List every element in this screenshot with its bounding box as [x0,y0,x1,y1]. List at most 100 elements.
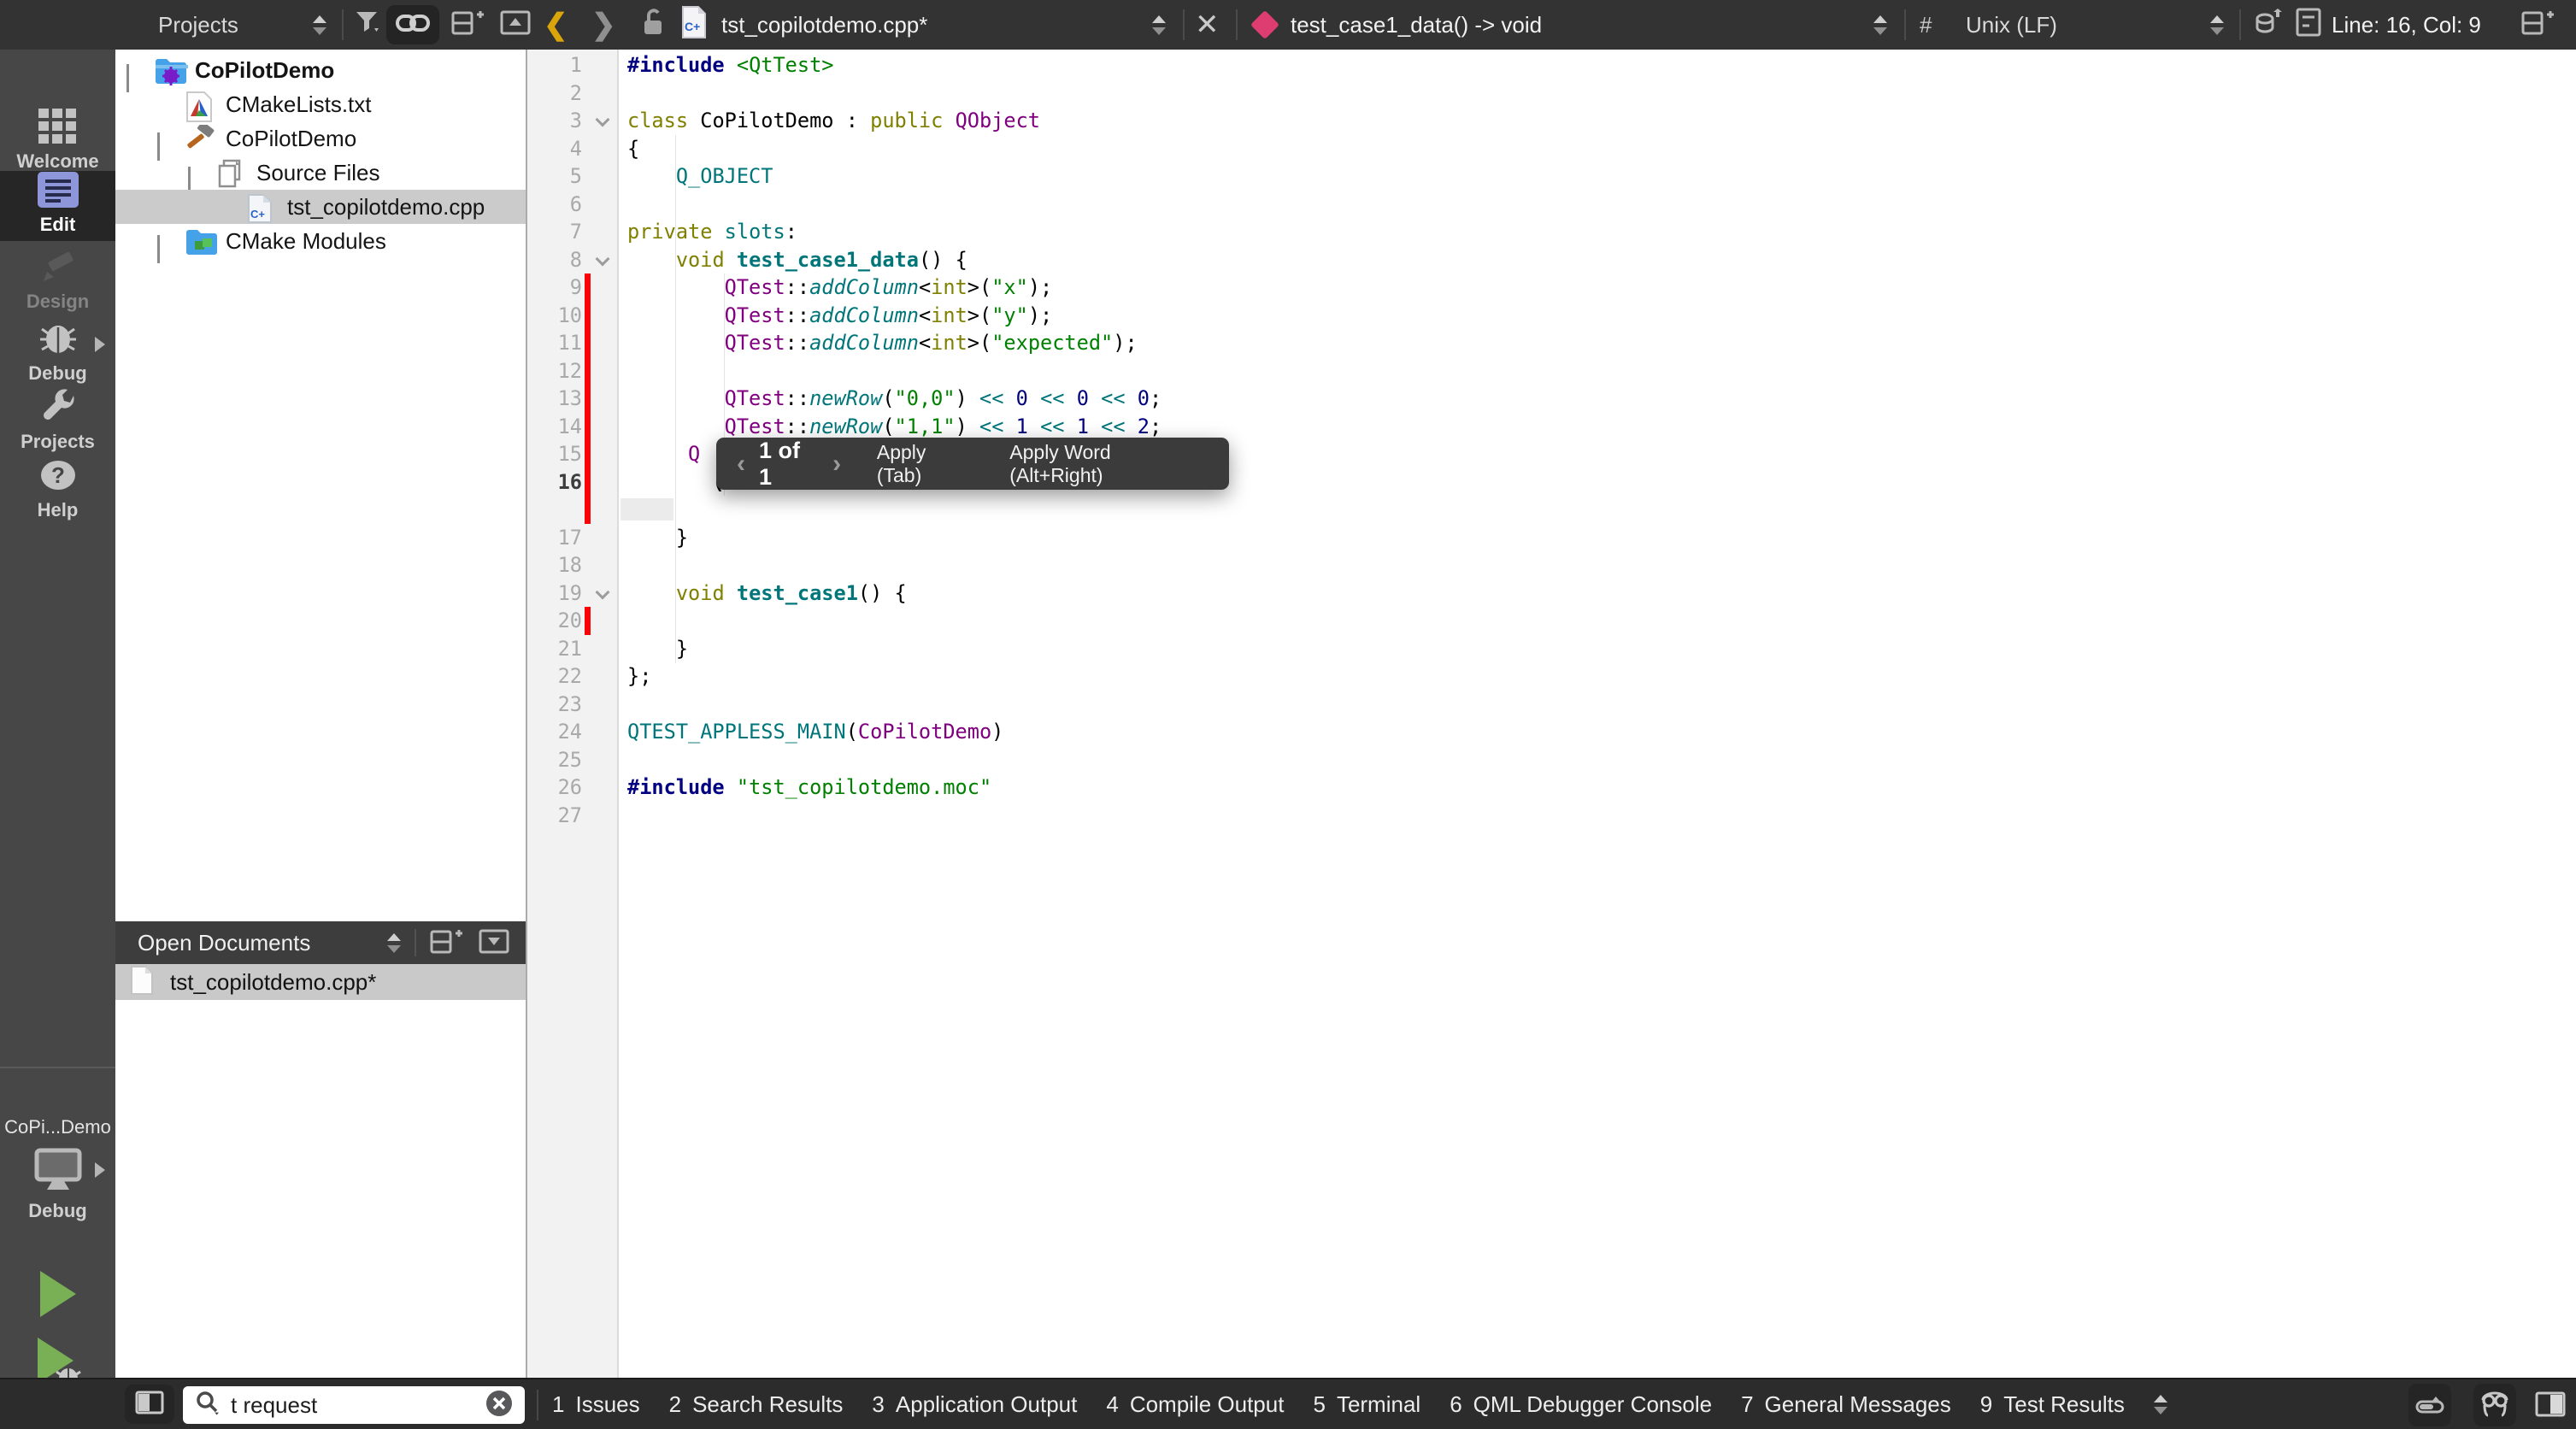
search-input-value[interactable]: t request [231,1392,484,1419]
mode-button-debug[interactable]: Debug [0,320,115,390]
code-editor[interactable]: 1#include <QtTest>23class CoPilotDemo : … [527,50,2576,1378]
mode-label: Edit [0,214,115,236]
code-line-4: { [627,135,639,163]
kit-target-selector[interactable]: Debug [0,1145,115,1231]
line-number: 14 [527,413,582,441]
projects-tree-panel: CoPilotDemoCMakeLists.txtCoPilotDemo Sour… [115,50,526,921]
modified-line-marker [585,468,591,497]
output-pane-application-output[interactable]: 3Application Output [872,1391,1077,1418]
code-line-7: private slots: [627,218,797,246]
text-info-button[interactable] [2294,0,2323,50]
pane-label: Application Output [896,1391,1077,1418]
close-panel-button[interactable] [478,926,512,960]
expand-chevron-icon[interactable] [157,132,169,144]
code-line-13: QTest::newRow("0,0") << 0 << 0 << 0; [627,385,1162,413]
go-forward-button[interactable]: ❯ [591,0,616,50]
expand-chevron-icon[interactable] [126,64,138,76]
document-spinner[interactable] [1152,0,1166,50]
file-lock-indicator[interactable] [639,0,667,50]
run-play-icon [35,1267,81,1325]
projects-pane-selector[interactable]: Projects [158,0,238,50]
expand-chevron-icon[interactable] [188,167,200,179]
output-pane-general-messages[interactable]: 7General Messages [1741,1391,1951,1418]
link-with-editor-button[interactable] [386,5,439,44]
output-pane-terminal[interactable]: 5Terminal [1313,1391,1420,1418]
split-editor-button[interactable] [2521,0,2555,50]
svg-text:C+: C+ [685,20,700,33]
run-button[interactable] [0,1263,115,1328]
split-pane-button[interactable] [451,0,485,50]
panel-splitter[interactable] [526,50,527,1378]
close-pane-button[interactable] [499,0,533,50]
copilot-button[interactable] [2473,1384,2516,1426]
edit-icon [38,172,79,212]
chain-link-icon [396,12,430,38]
toggle-right-sidebar-button[interactable] [2535,1391,2566,1421]
split-panel-button[interactable] [430,926,464,960]
tree-item-copilotdemo[interactable]: CoPilotDemo [115,121,526,156]
code-line-3: class CoPilotDemo : public QObject [627,107,1040,135]
output-pane-test-results[interactable]: 9Test Results [1980,1391,2125,1418]
build-progress-toggle-button[interactable] [2408,1384,2451,1426]
tree-item-copilotdemo[interactable]: CoPilotDemo [115,53,526,87]
mode-button-projects[interactable]: Projects [0,388,115,458]
document-icon [129,965,155,1000]
symbol-selector[interactable]: test_case1_data() -> void [1255,0,1542,50]
encoding-label: Unix (LF) [1966,12,2057,38]
panes-updown-arrows-icon[interactable] [2154,1395,2167,1414]
suggestion-prev-button[interactable]: ‹ [737,450,745,479]
tree-item-source-files[interactable]: Source Files [115,156,526,190]
projects-pane-spinner[interactable] [313,0,326,50]
code-line-11: QTest::addColumn<int>("expected"); [627,329,1138,357]
line-number-toggle[interactable]: # [1920,0,1932,50]
clear-search-icon[interactable] [484,1388,515,1423]
mode-button-edit[interactable]: Edit [0,171,115,241]
tree-item-label: Source Files [256,160,380,186]
line-number: 4 [527,135,582,163]
output-pane-issues[interactable]: 1Issues [552,1391,640,1418]
apply-word-button[interactable]: Apply Word (Alt+Right) [1009,441,1209,487]
tree-item-tst-copilotdemo-cpp[interactable]: C+tst_copilotdemo.cpp [115,190,526,224]
close-document-button[interactable]: ✕ [1195,0,1220,50]
output-pane-compile-output[interactable]: 4Compile Output [1106,1391,1284,1418]
updown-arrows-icon[interactable] [387,933,401,953]
modified-line-marker [585,413,591,441]
output-pane-search-results[interactable]: 2Search Results [669,1391,844,1418]
panel-left-icon [135,1391,164,1419]
toggle-left-sidebar-button[interactable] [125,1385,174,1424]
go-back-button[interactable]: ❮ [544,0,568,50]
locator-search-box[interactable]: t request [183,1386,525,1424]
mode-label: Welcome [0,150,115,173]
toolbar-separator [1236,9,1238,40]
code-line-24: QTEST_APPLESS_MAIN(CoPilotDemo) [627,718,1003,746]
encoding-spinner[interactable] [2210,0,2224,50]
suggestion-next-button[interactable]: › [832,450,841,479]
modified-line-marker [585,440,591,468]
cursor-position[interactable]: Line: 16, Col: 9 [2332,0,2481,50]
encoding-selector[interactable]: Unix (LF) [1966,0,2057,50]
tree-item-cmake-modules[interactable]: CMake Modules [115,224,526,258]
projects-pane-label: Projects [158,12,238,38]
output-pane-qml-debugger-console[interactable]: 6QML Debugger Console [1450,1391,1712,1418]
apply-button[interactable]: Apply (Tab) [877,441,976,487]
open-document-item[interactable]: tst_copilotdemo.cpp* [115,964,526,1000]
pane-number: 6 [1450,1391,1461,1418]
sidebar-divider [0,1067,115,1068]
collapse-chevron-icon[interactable] [157,235,169,247]
mode-button-welcome[interactable]: Welcome [0,108,115,178]
document-selector[interactable]: C+ tst_copilotdemo.cpp* [680,0,927,50]
line-number: 8 [527,246,582,274]
symbol-spinner[interactable] [1873,0,1887,50]
file-properties-button[interactable] [2253,0,2284,50]
line-number: 25 [527,746,582,774]
toolbar-separator [2239,9,2241,40]
mode-button-design: Design [0,248,115,318]
mode-button-help[interactable]: ?Help [0,456,115,526]
tree-item-cmakelists-txt[interactable]: CMakeLists.txt [115,87,526,121]
modified-line-marker [585,385,591,413]
panel-right-icon [2535,1406,2566,1420]
toolbar-separator [342,9,344,40]
kit-selector-label[interactable]: CoPi...Demo [0,1116,115,1138]
filter-button[interactable] [354,0,383,50]
mode-label: Projects [0,431,115,453]
